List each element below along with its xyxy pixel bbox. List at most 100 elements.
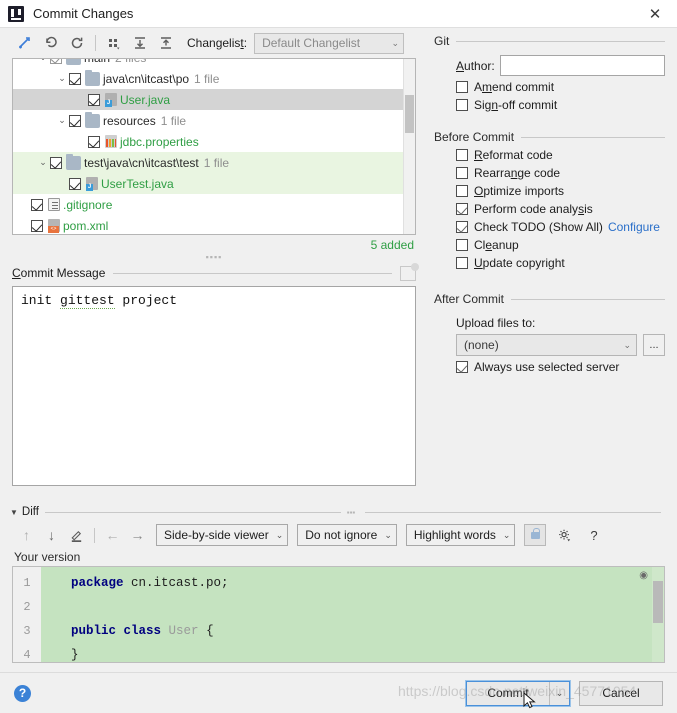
sign-off-commit-label: Sign-off commit — [474, 98, 558, 112]
rearrange-code-checkbox[interactable]: Rearrange code — [456, 166, 665, 180]
commit-message-label: Commit Message — [12, 266, 106, 280]
sign-off-commit-checkbox[interactable]: Sign-off commit — [456, 98, 665, 112]
author-row: Author: — [456, 55, 665, 76]
tree-row[interactable]: ⌄ pom.xml — [13, 215, 403, 234]
tree-row-name: resources — [103, 113, 156, 128]
folder-icon — [85, 111, 100, 128]
always-use-server-checkbox[interactable]: Always use selected server — [456, 360, 665, 374]
tree-row-checkbox[interactable] — [69, 177, 81, 190]
tree-row-checkbox[interactable] — [50, 59, 62, 64]
tree-scrollbar[interactable] — [403, 59, 415, 234]
help-icon[interactable]: ? — [14, 684, 31, 702]
perform-code-analysis-label: Perform code analysis — [474, 202, 593, 216]
refresh-icon[interactable] — [64, 32, 90, 54]
check-todo-checkbox[interactable]: Check TODO (Show All) Configure — [456, 220, 665, 234]
diff-splitter-handle[interactable]: ▪▪▪ — [347, 508, 356, 517]
tree-expand-chevron-icon[interactable]: ⌄ — [74, 136, 88, 147]
commit-split-button: Commit ⌄ — [466, 680, 570, 706]
diff-scrollbar-thumb[interactable] — [653, 581, 663, 623]
code-line-number: 3 — [23, 624, 31, 638]
tree-row-checkbox[interactable] — [31, 198, 43, 211]
tree-row[interactable]: ⌄ main 2 files — [13, 59, 403, 68]
next-difference-icon[interactable]: ↓ — [39, 524, 64, 546]
tree-row[interactable]: ⌄ jdbc.properties — [13, 131, 403, 152]
cancel-button[interactable]: Cancel — [579, 680, 663, 706]
changed-files-tree[interactable]: ⌄ main 2 files ⌄ java\cn\itcast\po 1 file ⌄ Use… — [12, 58, 416, 235]
amend-commit-checkbox[interactable]: Amend commit — [456, 80, 665, 94]
tree-row-checkbox[interactable] — [69, 114, 81, 127]
show-history-icon[interactable] — [400, 262, 419, 281]
close-icon[interactable]: ✕ — [633, 0, 677, 28]
tree-row[interactable]: ⌄ .gitignore — [13, 194, 403, 215]
commit-message-input[interactable]: init gittest project — [12, 286, 416, 486]
splitter-handle[interactable]: ▪▪▪▪ — [0, 252, 428, 263]
tree-expand-chevron-icon[interactable]: ⌄ — [36, 157, 50, 168]
commit-button[interactable]: Commit — [467, 681, 549, 705]
tree-row[interactable]: ⌄ resources 1 file — [13, 110, 403, 131]
tree-expand-chevron-icon[interactable]: ⌄ — [74, 94, 88, 105]
accept-left-icon[interactable]: ← — [100, 524, 125, 546]
browse-servers-button[interactable]: ... — [643, 334, 665, 356]
tree-row[interactable]: ⌄ User.java — [13, 89, 403, 110]
before-commit-section: Before Commit Reformat code Rearrange co… — [434, 130, 665, 270]
lock-icon[interactable] — [524, 524, 547, 546]
tree-expand-chevron-icon[interactable]: ⌄ — [36, 59, 50, 63]
diff-pane-label: Your version — [14, 550, 81, 564]
diff-section-label: Diff — [21, 506, 39, 518]
optimize-imports-checkbox[interactable]: Optimize imports — [456, 184, 665, 198]
restore-default-icon[interactable] — [12, 32, 38, 54]
tree-rows: ⌄ main 2 files ⌄ java\cn\itcast\po 1 file ⌄ Use… — [13, 59, 403, 234]
expand-all-icon[interactable] — [127, 32, 153, 54]
group-by-icon[interactable] — [101, 32, 127, 54]
tree-row-checkbox[interactable] — [88, 93, 100, 106]
check-todo-label: Check TODO (Show All) — [474, 220, 603, 234]
diff-code-pane[interactable]: package cn.itcast.po; public class User … — [12, 566, 665, 663]
eye-icon[interactable]: ◉ — [639, 570, 648, 581]
tree-row-checkbox[interactable] — [31, 219, 43, 232]
tree-expand-chevron-icon[interactable]: ⌄ — [55, 115, 69, 126]
highlight-mode-dropdown[interactable]: Highlight words ⌄ — [405, 524, 516, 546]
tree-row-name: java\cn\itcast\po — [103, 71, 190, 86]
changelist-dropdown[interactable]: Default Changelist ⌄ — [254, 32, 405, 54]
accept-right-icon[interactable]: → — [125, 524, 150, 546]
gear-icon[interactable] — [552, 524, 577, 546]
upload-files-label: Upload files to: — [456, 316, 536, 330]
reformat-code-checkbox-box — [456, 149, 468, 161]
cleanup-checkbox[interactable]: Cleanup — [456, 238, 665, 252]
upload-server-dropdown[interactable]: (none) ⌄ — [456, 334, 637, 356]
configure-todo-link[interactable]: Configure — [608, 220, 660, 234]
viewer-mode-dropdown[interactable]: Side-by-side viewer ⌄ — [156, 524, 289, 546]
diff-twisty-icon[interactable]: ▼ — [10, 508, 18, 517]
tree-expand-chevron-icon[interactable]: ⌄ — [17, 199, 31, 210]
reformat-code-checkbox[interactable]: Reformat code — [456, 148, 665, 162]
tree-row-checkbox[interactable] — [69, 72, 81, 85]
optimize-imports-checkbox-box — [456, 185, 468, 197]
diff-help-icon[interactable]: ? — [581, 524, 606, 546]
left-panel: Changelist: Default Changelist ⌄ ⌄ main 2 … — [0, 28, 428, 500]
tree-expand-chevron-icon[interactable]: ⌄ — [55, 178, 69, 189]
ignore-mode-dropdown[interactable]: Do not ignore ⌄ — [297, 524, 397, 546]
update-copyright-checkbox[interactable]: Update copyright — [456, 256, 665, 270]
optimize-imports-label: Optimize imports — [474, 184, 565, 198]
window-title: Commit Changes — [33, 6, 134, 21]
collapse-all-icon[interactable] — [153, 32, 179, 54]
diff-scrollbar[interactable] — [652, 567, 664, 662]
tree-row-checkbox[interactable] — [88, 135, 100, 148]
diff-section-header[interactable]: ▼ Diff ▪▪▪ — [10, 503, 667, 521]
tree-row-name: UserTest.java — [101, 176, 174, 191]
tree-row[interactable]: ⌄ test\java\cn\itcast\test 1 file — [13, 152, 403, 173]
tree-expand-chevron-icon[interactable]: ⌄ — [55, 73, 69, 84]
tree-row-checkbox[interactable] — [50, 156, 62, 169]
after-commit-section: After Commit Upload files to: (none) ⌄ .… — [434, 292, 665, 374]
edit-source-icon[interactable] — [64, 524, 89, 546]
tree-row[interactable]: ⌄ java\cn\itcast\po 1 file — [13, 68, 403, 89]
commit-options-chevron-down-icon[interactable]: ⌄ — [549, 681, 569, 705]
previous-difference-icon[interactable]: ↑ — [14, 524, 39, 546]
rollback-icon[interactable] — [38, 32, 64, 54]
update-copyright-label: Update copyright — [474, 256, 565, 270]
tree-expand-chevron-icon[interactable]: ⌄ — [17, 220, 31, 231]
perform-code-analysis-checkbox[interactable]: Perform code analysis — [456, 202, 665, 216]
author-field[interactable] — [499, 55, 665, 76]
tree-row[interactable]: ⌄ UserTest.java — [13, 173, 403, 194]
tree-scrollbar-thumb[interactable] — [405, 95, 414, 133]
